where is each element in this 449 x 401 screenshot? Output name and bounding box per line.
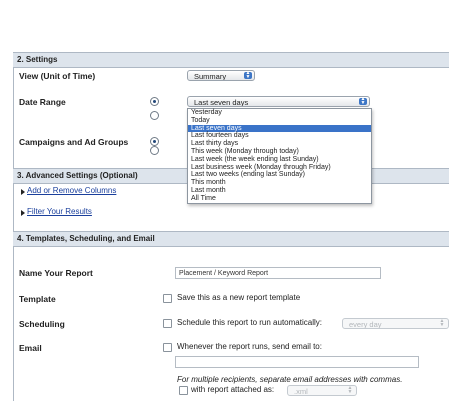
date-range-option[interactable]: Last month — [188, 187, 371, 195]
select-arrows-icon: ▲ ▼ — [359, 96, 367, 106]
attachment-format-select[interactable]: .xml ▲ ▼ — [287, 385, 357, 396]
date-range-select[interactable]: Last seven days ▲ ▼ — [187, 96, 370, 107]
report-name-label: Name Your Report — [19, 268, 93, 278]
select-arrows-icon: ▲ ▼ — [244, 70, 252, 80]
date-range-option[interactable]: Last two weeks (ending last Sunday) — [188, 171, 371, 179]
email-recipients-input[interactable] — [175, 356, 419, 368]
attachment-format-value: .xml — [294, 387, 308, 396]
date-range-option[interactable]: Last seven days — [188, 124, 371, 133]
view-label: View (Unit of Time) — [19, 71, 96, 81]
report-name-input[interactable]: Placement / Keyword Report — [175, 267, 381, 279]
date-range-option[interactable]: This week (Monday through today) — [188, 148, 371, 156]
view-select-value: Summary — [194, 72, 227, 81]
schedule-frequency-value: every day — [349, 320, 382, 329]
add-remove-columns-link[interactable]: Add or Remove Columns — [27, 186, 116, 195]
date-range-option[interactable]: Last fourteen days — [188, 132, 371, 140]
date-range-option[interactable]: This month — [188, 179, 371, 187]
date-range-custom-radio[interactable] — [150, 111, 159, 120]
date-range-label: Date Range — [19, 97, 66, 107]
email-label: Email — [19, 343, 42, 353]
save-template-checkbox[interactable] — [163, 294, 172, 303]
date-range-option[interactable]: All Time — [188, 195, 371, 203]
campaigns-label: Campaigns and Ad Groups — [19, 137, 129, 147]
schedule-frequency-select[interactable]: every day ▲ ▼ — [342, 318, 449, 329]
date-range-option[interactable]: Last thirty days — [188, 140, 371, 148]
view-select[interactable]: Summary ▲ ▼ — [187, 70, 255, 81]
date-range-preset-radio[interactable] — [150, 97, 159, 106]
attach-report-checkbox[interactable] — [179, 386, 188, 395]
select-arrows-icon: ▲ ▼ — [439, 318, 445, 328]
date-range-select-value: Last seven days — [194, 98, 249, 107]
select-arrows-icon: ▲ ▼ — [347, 385, 353, 395]
settings-section-header: 2. Settings — [13, 52, 449, 68]
save-template-text: Save this as a new report template — [177, 293, 301, 302]
scheduling-label: Scheduling — [19, 319, 65, 329]
date-range-dropdown-list: Yesterday Today Last seven days Last fourte… — [187, 108, 372, 204]
campaigns-all-radio[interactable] — [150, 137, 159, 146]
email-text: Whenever the report runs, send email to: — [177, 342, 322, 351]
date-range-option[interactable]: Today — [188, 117, 371, 125]
date-range-option[interactable]: Yesterday — [188, 109, 371, 117]
schedule-text: Schedule this report to run automaticall… — [177, 318, 322, 327]
expand-triangle-icon — [21, 189, 25, 195]
template-label: Template — [19, 294, 56, 304]
schedule-checkbox[interactable] — [163, 319, 172, 328]
expand-triangle-icon — [21, 210, 25, 216]
email-hint-text: For multiple recipients, separate email … — [177, 375, 403, 384]
attach-report-text: with report attached as: — [191, 385, 275, 394]
templates-section-header: 4. Templates, Scheduling, and Email — [13, 231, 449, 247]
date-range-option[interactable]: Last week (the week ending last Sunday) — [188, 156, 371, 164]
email-checkbox[interactable] — [163, 343, 172, 352]
campaigns-select-radio[interactable] — [150, 146, 159, 155]
date-range-option[interactable]: Last business week (Monday through Frida… — [188, 164, 371, 172]
filter-results-link[interactable]: Filter Your Results — [27, 207, 92, 216]
